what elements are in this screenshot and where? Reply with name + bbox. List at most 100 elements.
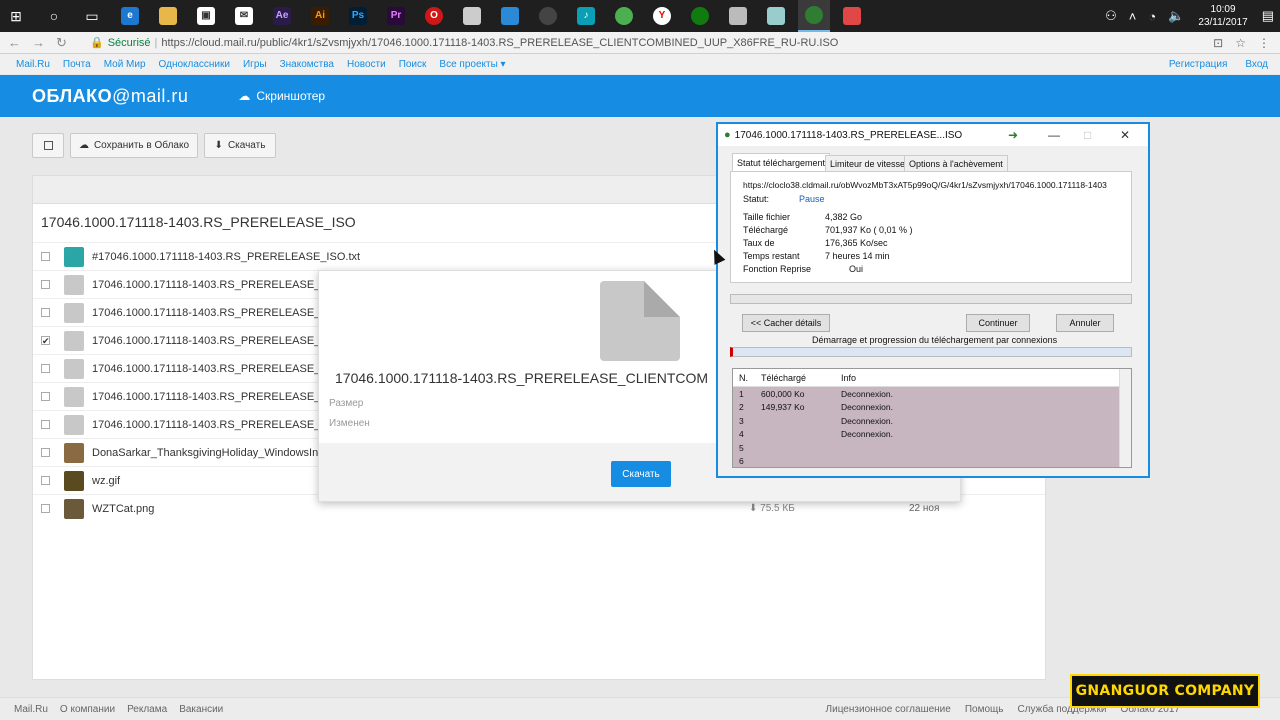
- portal-link[interactable]: Игры: [243, 59, 267, 70]
- progress-caption: Démarrage et progression du téléchargeme…: [812, 335, 1058, 345]
- cancel-button[interactable]: Annuler: [1056, 314, 1114, 332]
- row-checkbox[interactable]: [41, 308, 50, 317]
- footer-right-link[interactable]: Лицензионное соглашение: [826, 704, 951, 715]
- portal-link[interactable]: Все проекты ▾: [439, 59, 505, 70]
- cloud-logo[interactable]: ОБЛАКО@mail.ru: [32, 86, 188, 107]
- continue-button[interactable]: Continuer: [966, 314, 1030, 332]
- tab-speed-limiter[interactable]: Limiteur de vitesse: [825, 155, 911, 171]
- footer-right-link[interactable]: Помощь: [965, 704, 1004, 715]
- forward-icon[interactable]: →: [32, 35, 48, 50]
- premiere-icon[interactable]: Pr: [380, 0, 412, 32]
- cortana-icon[interactable]: ○: [38, 0, 70, 32]
- app-icon-3[interactable]: [722, 0, 754, 32]
- portal-link[interactable]: Знакомства: [280, 59, 334, 70]
- col-info: Info: [841, 372, 857, 383]
- close-icon[interactable]: ✕: [1120, 128, 1130, 142]
- opera-icon[interactable]: O: [418, 0, 450, 32]
- file-name[interactable]: 17046.1000.171118-1403.RS_PRERELEASE_CL: [92, 279, 334, 291]
- row-checkbox[interactable]: ✔: [41, 336, 50, 346]
- file-name[interactable]: wz.gif: [92, 475, 120, 487]
- file-name[interactable]: DonaSarkar_ThanksgivingHoliday_WindowsIn…: [92, 447, 332, 459]
- back-icon[interactable]: ←: [8, 35, 24, 50]
- file-name[interactable]: WZTCat.png: [92, 503, 154, 515]
- explorer-icon[interactable]: [152, 0, 184, 32]
- xbox-icon[interactable]: [684, 0, 716, 32]
- connection-row[interactable]: 3 Deconnexion.: [733, 414, 1131, 428]
- footer-link[interactable]: Реклама: [127, 704, 167, 715]
- info-key: Temps restant: [743, 251, 800, 261]
- footer-link[interactable]: Вакансии: [179, 704, 223, 715]
- portal-right-link[interactable]: Вход: [1245, 59, 1268, 70]
- yandex-icon[interactable]: Y: [646, 0, 678, 32]
- idm-icon[interactable]: [798, 0, 830, 32]
- file-name[interactable]: 17046.1000.171118-1403.RS_PRERELEASE_CL: [92, 363, 334, 375]
- portal-link[interactable]: Почта: [63, 59, 91, 70]
- obs-icon[interactable]: [532, 0, 564, 32]
- portal-link[interactable]: Новости: [347, 59, 386, 70]
- row-checkbox[interactable]: [41, 252, 50, 261]
- portal-link[interactable]: Одноклассники: [159, 59, 230, 70]
- tiktok-icon[interactable]: ♪: [570, 0, 602, 32]
- menu-icon[interactable]: ⋮: [1258, 36, 1270, 50]
- network-icon[interactable]: ◔: [1148, 9, 1156, 24]
- app-icon-4[interactable]: [760, 0, 792, 32]
- tab-status[interactable]: Statut téléchargement: [732, 153, 831, 171]
- modal-download-button[interactable]: Скачать: [611, 461, 671, 487]
- translate-icon[interactable]: ⊡: [1213, 36, 1223, 50]
- portal-link[interactable]: Mail.Ru: [16, 59, 50, 70]
- maximize-icon[interactable]: □: [1084, 128, 1091, 142]
- select-all-checkbox[interactable]: [32, 133, 64, 158]
- footer-link[interactable]: Mail.Ru: [14, 704, 48, 715]
- scrollbar[interactable]: [1119, 369, 1131, 467]
- illustrator-icon[interactable]: Ai: [304, 0, 336, 32]
- download-button[interactable]: ⬇ Скачать: [204, 133, 276, 158]
- save-to-cloud-button[interactable]: ☁ Сохранить в Облако: [70, 133, 198, 158]
- chevron-up-icon[interactable]: ˄: [1129, 9, 1137, 24]
- connection-row[interactable]: 4 Deconnexion.: [733, 427, 1131, 441]
- taskview-icon[interactable]: ▭: [76, 0, 108, 32]
- row-checkbox[interactable]: [41, 504, 50, 513]
- portal-link[interactable]: Мой Мир: [104, 59, 146, 70]
- reload-icon[interactable]: ↻: [56, 35, 72, 51]
- app-icon-2[interactable]: [494, 0, 526, 32]
- row-checkbox[interactable]: [41, 364, 50, 373]
- url-input[interactable]: https://cloud.mail.ru/public/4kr1/sZvsmj…: [161, 37, 838, 49]
- minimize-icon[interactable]: —: [1048, 128, 1060, 142]
- tab-completion-options[interactable]: Options à l'achèvement: [904, 155, 1008, 171]
- mail-icon[interactable]: ✉: [228, 0, 260, 32]
- footer-link[interactable]: О компании: [60, 704, 115, 715]
- row-checkbox[interactable]: [41, 392, 50, 401]
- portal-link[interactable]: Поиск: [399, 59, 427, 70]
- row-checkbox[interactable]: [41, 420, 50, 429]
- row-checkbox[interactable]: [41, 280, 50, 289]
- windows-icon[interactable]: ⊞: [0, 0, 32, 32]
- file-name[interactable]: 17046.1000.171118-1403.RS_PRERELEASE_CL: [92, 335, 334, 347]
- connection-row[interactable]: 6: [733, 454, 1131, 467]
- photoshop-icon[interactable]: Ps: [342, 0, 374, 32]
- secure-label: Sécurisé: [107, 36, 151, 49]
- row-checkbox[interactable]: [41, 448, 50, 457]
- screenshot-link[interactable]: ☁ Скриншотер: [238, 89, 325, 103]
- clock[interactable]: 10:09 23/11/2017: [1198, 3, 1247, 29]
- file-name[interactable]: 17046.1000.171118-1403.RS_PRERELEASE_CL: [92, 307, 334, 319]
- row-checkbox[interactable]: [41, 476, 50, 485]
- store-icon[interactable]: ▣: [190, 0, 222, 32]
- app-icon-5[interactable]: [836, 0, 868, 32]
- after-effects-icon[interactable]: Ae: [266, 0, 298, 32]
- portal-right-link[interactable]: Регистрация: [1169, 59, 1227, 70]
- connection-row[interactable]: 1 600,000 Ko Deconnexion.: [733, 387, 1131, 401]
- app-icon[interactable]: [456, 0, 488, 32]
- edge-icon[interactable]: e: [114, 0, 146, 32]
- hide-details-button[interactable]: << Cacher détails: [742, 314, 830, 332]
- connection-row[interactable]: 5: [733, 441, 1131, 455]
- notification-icon[interactable]: ▤: [1262, 8, 1274, 24]
- volume-icon[interactable]: 🔈: [1168, 8, 1184, 24]
- star-icon[interactable]: ☆: [1235, 36, 1246, 50]
- people-icon[interactable]: ⚇: [1105, 8, 1117, 24]
- file-name[interactable]: #17046.1000.171118-1403.RS_PRERELEASE_IS…: [92, 251, 360, 263]
- file-name[interactable]: 17046.1000.171118-1403.RS_PRERELEASE_CL: [92, 391, 334, 403]
- file-name[interactable]: 17046.1000.171118-1403.RS_PRERELEASE_CL: [92, 419, 334, 431]
- idm-titlebar[interactable]: ● 17046.1000.171118-1403.RS_PRERELEASE..…: [718, 124, 1148, 146]
- connection-row[interactable]: 2 149,937 Ko Deconnexion.: [733, 400, 1131, 414]
- chrome-icon[interactable]: [608, 0, 640, 32]
